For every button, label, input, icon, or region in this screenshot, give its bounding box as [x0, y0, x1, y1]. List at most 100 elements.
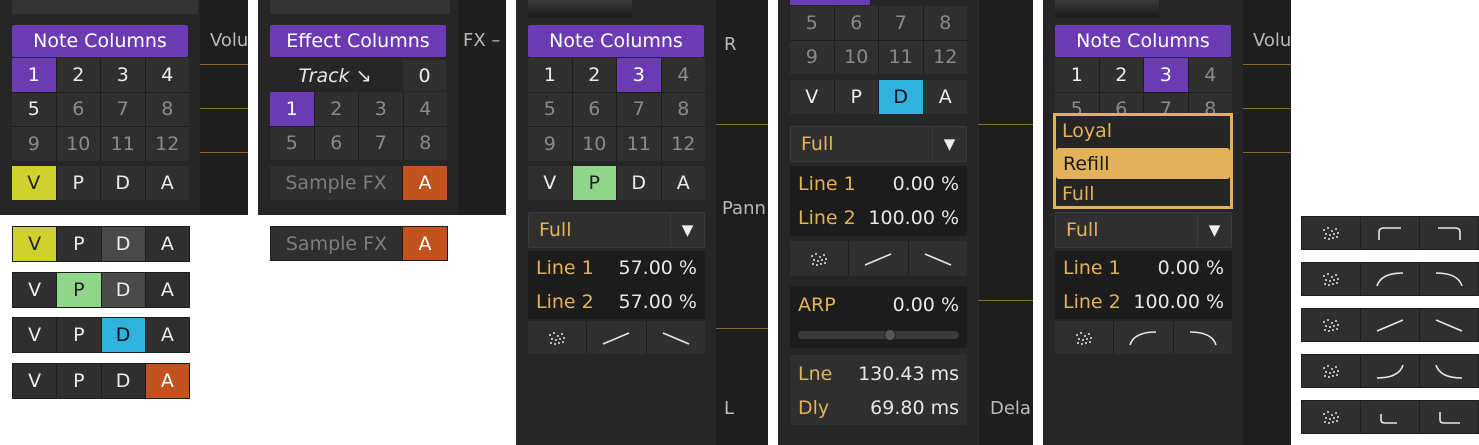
- ramp-down-preset-button[interactable]: [646, 321, 705, 354]
- step-in-down-preset-button[interactable]: [1420, 401, 1478, 433]
- ramp-up-preset-button[interactable]: [587, 321, 646, 354]
- step-in-up-preset-button[interactable]: [1361, 401, 1419, 433]
- delay-toggle[interactable]: D: [879, 80, 923, 114]
- ramp-down-preset-button[interactable]: [1420, 309, 1478, 341]
- delay-toggle[interactable]: D: [101, 227, 145, 261]
- note-column-1[interactable]: 1: [1055, 58, 1099, 92]
- note-column-11[interactable]: 11: [879, 40, 923, 74]
- note-column-1[interactable]: 1: [528, 58, 572, 92]
- panning-toggle[interactable]: P: [57, 227, 101, 261]
- panning-toggle[interactable]: P: [572, 166, 616, 200]
- volume-toggle[interactable]: V: [13, 364, 57, 398]
- effects-toggle[interactable]: A: [403, 227, 447, 260]
- random-preset-button[interactable]: [790, 241, 849, 276]
- effects-toggle[interactable]: A: [661, 166, 705, 200]
- mode-dropdown[interactable]: Full ▼: [1055, 212, 1232, 248]
- effect-column-7[interactable]: 7: [359, 126, 403, 160]
- delay-toggle[interactable]: D: [101, 273, 145, 307]
- panning-toggle[interactable]: P: [56, 166, 100, 200]
- delay-toggle[interactable]: D: [101, 166, 145, 200]
- delay-toggle[interactable]: D: [617, 166, 661, 200]
- dly-row[interactable]: Dly 69.80 ms: [790, 391, 967, 425]
- menu-item-full[interactable]: Full: [1062, 183, 1095, 205]
- note-column-6[interactable]: 6: [834, 6, 878, 40]
- line-2-row[interactable]: Line 2 57.00 %: [528, 285, 705, 319]
- note-column-7[interactable]: 7: [617, 92, 661, 127]
- effects-toggle[interactable]: A: [923, 80, 967, 114]
- effect-column-3[interactable]: 3: [359, 92, 403, 126]
- arp-slider-handle[interactable]: [884, 329, 897, 341]
- note-column-12[interactable]: 12: [661, 127, 705, 161]
- note-column-10[interactable]: 10: [572, 127, 616, 161]
- ramp-up-preset-button[interactable]: [849, 241, 908, 276]
- note-column-7[interactable]: 7: [879, 6, 923, 40]
- note-column-2[interactable]: 2: [56, 58, 100, 92]
- note-column-11[interactable]: 11: [617, 127, 661, 161]
- volume-toggle[interactable]: V: [528, 166, 572, 200]
- curve-up-preset-button[interactable]: [1114, 321, 1173, 354]
- line-1-row[interactable]: Line 1 0.00 %: [1055, 251, 1232, 285]
- curve-up-preset-button[interactable]: [1361, 263, 1419, 295]
- note-column-12[interactable]: 12: [145, 127, 189, 161]
- delay-toggle[interactable]: D: [101, 364, 145, 398]
- line-2-row[interactable]: Line 2 100.00 %: [790, 201, 967, 235]
- step-up-preset-button[interactable]: [1361, 217, 1419, 249]
- curve-in-up-preset-button[interactable]: [1361, 355, 1419, 387]
- ramp-down-preset-button[interactable]: [908, 241, 967, 276]
- effect-column-8[interactable]: 8: [403, 126, 447, 160]
- panning-toggle[interactable]: P: [57, 273, 101, 307]
- note-column-3[interactable]: 3: [101, 58, 145, 92]
- effects-toggle[interactable]: A: [145, 364, 189, 398]
- note-column-4[interactable]: 4: [661, 58, 705, 92]
- mode-dropdown[interactable]: Full ▼: [528, 212, 705, 248]
- track-effect-count[interactable]: 0: [403, 60, 446, 91]
- note-column-4[interactable]: 4: [1188, 58, 1232, 92]
- volume-toggle[interactable]: V: [790, 80, 834, 114]
- note-column-9[interactable]: 9: [528, 127, 572, 161]
- effect-column-4[interactable]: 4: [403, 92, 447, 126]
- line-2-row[interactable]: Line 2 100.00 %: [1055, 285, 1232, 319]
- random-preset-button[interactable]: [1302, 217, 1360, 249]
- note-column-5[interactable]: 5: [528, 92, 572, 127]
- note-column-11[interactable]: 11: [101, 127, 145, 161]
- lne-row[interactable]: Lne 130.43 ms: [790, 357, 967, 391]
- volume-toggle[interactable]: V: [13, 318, 57, 352]
- note-column-7[interactable]: 7: [101, 92, 145, 127]
- random-preset-button[interactable]: [1302, 263, 1360, 295]
- sample-fx-button[interactable]: Sample FX: [271, 227, 402, 260]
- note-column-8[interactable]: 8: [661, 92, 705, 127]
- menu-item-loyal[interactable]: Loyal: [1062, 120, 1112, 142]
- effect-column-6[interactable]: 6: [314, 126, 358, 160]
- arp-slider[interactable]: [798, 329, 959, 341]
- note-column-8[interactable]: 8: [923, 6, 967, 40]
- panning-toggle[interactable]: P: [57, 318, 101, 352]
- note-column-5[interactable]: 5: [12, 92, 56, 127]
- random-preset-button[interactable]: [528, 321, 587, 354]
- panning-toggle[interactable]: P: [834, 80, 878, 114]
- delay-toggle[interactable]: D: [101, 318, 145, 352]
- sample-fx-button[interactable]: Sample FX: [270, 166, 402, 200]
- volume-toggle[interactable]: V: [13, 227, 57, 261]
- note-column-10[interactable]: 10: [56, 127, 100, 161]
- note-column-2[interactable]: 2: [572, 58, 616, 92]
- note-column-2[interactable]: 2: [1099, 58, 1143, 92]
- note-column-4[interactable]: 4: [145, 58, 189, 92]
- note-column-10[interactable]: 10: [834, 40, 878, 74]
- menu-item-refill[interactable]: Refill: [1056, 148, 1230, 179]
- line-1-row[interactable]: Line 1 0.00 %: [790, 167, 967, 201]
- note-column-6[interactable]: 6: [572, 92, 616, 127]
- curve-down-preset-button[interactable]: [1173, 321, 1232, 354]
- note-column-6[interactable]: 6: [56, 92, 100, 127]
- effects-toggle[interactable]: A: [145, 166, 189, 200]
- note-column-5[interactable]: 5: [790, 6, 834, 40]
- random-preset-button[interactable]: [1302, 401, 1360, 433]
- volume-toggle[interactable]: V: [12, 166, 56, 200]
- note-column-8[interactable]: 8: [145, 92, 189, 127]
- arp-row[interactable]: ARP 0.00 %: [790, 288, 967, 322]
- curve-in-down-preset-button[interactable]: [1420, 355, 1478, 387]
- note-column-12[interactable]: 12: [923, 40, 967, 74]
- effects-toggle[interactable]: A: [145, 318, 189, 352]
- ramp-up-preset-button[interactable]: [1361, 309, 1419, 341]
- effect-column-2[interactable]: 2: [314, 92, 358, 126]
- mode-dropdown[interactable]: Full ▼: [790, 126, 967, 162]
